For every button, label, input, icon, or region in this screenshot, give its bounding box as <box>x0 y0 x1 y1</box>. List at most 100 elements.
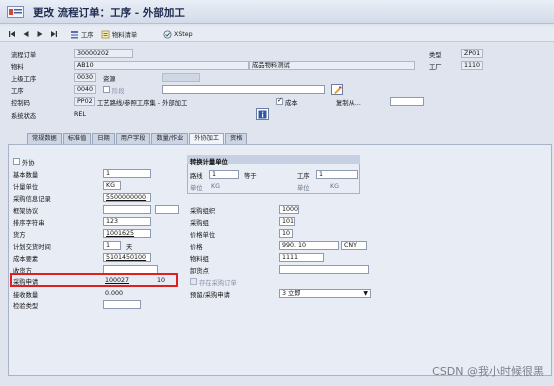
sort-string-field[interactable]: 123 <box>103 217 151 226</box>
operation-text-field[interactable] <box>162 85 325 94</box>
cost-element-field[interactable]: 5101450100 <box>103 253 151 262</box>
plant-field: 1110 <box>461 61 483 70</box>
vendor-field[interactable]: 1001625 <box>103 229 151 238</box>
unit-label: 计量单位 <box>13 184 39 191</box>
base-quantity-field[interactable]: 1 <box>103 169 151 178</box>
purchasing-org-label: 采购组织 <box>190 208 216 215</box>
order-label: 流程订单 <box>11 52 37 59</box>
material-field: AB10 <box>74 61 249 70</box>
material-group-label: 物料组 <box>190 256 209 263</box>
resource-label: 资源 <box>103 76 116 83</box>
watermark: CSDN @我小时候很黑 <box>432 365 544 378</box>
long-text-button[interactable] <box>331 84 343 95</box>
copy-from-field[interactable] <box>390 97 424 106</box>
price-unit-field[interactable]: 10 <box>279 229 293 238</box>
long-text-icon <box>333 86 341 94</box>
material-list-button[interactable]: 物料清单 <box>101 28 137 40</box>
unloading-point-label: 卸货点 <box>190 268 209 275</box>
order-field: 30000202 <box>74 49 133 58</box>
info-record-field[interactable]: 5500000000 <box>103 193 151 202</box>
phase-checkbox[interactable] <box>103 86 110 93</box>
tab-user-fields[interactable]: 用户字段 <box>115 133 151 144</box>
receipt-quantity-label: 接收数量 <box>13 292 39 299</box>
control-key-field: PP02 <box>74 97 95 106</box>
cost-label: 成本 <box>285 100 298 107</box>
tab-qualification[interactable]: 资格 <box>225 133 248 144</box>
tab-strip: 常规数据 标准值 日期 用户字段 数量/作业 外协加工 资格 <box>27 133 248 144</box>
inspection-type-label: 检验类型 <box>13 303 39 310</box>
equal-label: 等于 <box>244 173 257 180</box>
upper-operation-field: 0030 <box>74 73 96 82</box>
next-icon <box>37 31 43 37</box>
tab-standard-values[interactable]: 标准值 <box>62 133 92 144</box>
unit-field[interactable]: KG <box>103 181 121 190</box>
reservation-selected-value: 3 立即 <box>282 290 301 297</box>
existing-po-checkbox[interactable] <box>190 278 197 285</box>
xstep-icon <box>163 30 172 38</box>
last-record-button[interactable] <box>50 28 58 40</box>
base-quantity-label: 基本数量 <box>13 172 39 179</box>
unit-b-label: 单位 <box>297 185 310 192</box>
info-icon <box>258 110 267 118</box>
upper-operation-label: 上级工序 <box>11 76 37 83</box>
price-field[interactable]: 990. 10 <box>279 241 339 250</box>
material-list-icon <box>101 30 110 38</box>
tab-general-data[interactable]: 常规数据 <box>27 133 62 144</box>
planned-delivery-label: 计划交货时间 <box>13 244 51 251</box>
first-record-button[interactable] <box>8 28 16 40</box>
previous-record-button[interactable] <box>22 28 30 40</box>
next-record-button[interactable] <box>36 28 44 40</box>
purchasing-group-label: 采购组 <box>190 220 209 227</box>
title-bar: 更改 流程订单：工序 - 外部加工 <box>0 0 554 24</box>
transaction-icon <box>7 6 24 18</box>
sort-string-label: 排序字符串 <box>13 220 45 227</box>
control-key-description: 工艺路线/参照工序集 - 外部加工 <box>97 100 188 107</box>
unit-b-value: KG <box>330 183 340 190</box>
phase-label: 阶段 <box>112 88 125 95</box>
xstep-label: XStep <box>174 30 193 38</box>
price-unit-label: 价格单位 <box>190 232 216 239</box>
framework-label: 框架协议 <box>13 208 39 215</box>
conversion-operation-label: 工序 <box>297 173 310 180</box>
purchasing-org-field[interactable]: 1000 <box>279 205 299 214</box>
status-info-button[interactable] <box>256 108 269 120</box>
info-record-label: 采购信息记录 <box>13 196 51 203</box>
outsourcing-checkbox[interactable] <box>13 158 20 165</box>
framework-field[interactable] <box>103 205 151 214</box>
tab-qty-activity[interactable]: 数量/作业 <box>151 133 189 144</box>
outsourcing-label: 外协 <box>22 160 35 167</box>
existing-po-label: 存在采购订单 <box>199 280 237 287</box>
framework-item-field[interactable] <box>155 205 179 214</box>
tab-external-processing[interactable]: 外协加工 <box>189 133 225 144</box>
plant-label: 工厂 <box>429 64 442 71</box>
window-title: 更改 流程订单：工序 - 外部加工 <box>33 7 185 19</box>
planned-delivery-unit: 天 <box>126 244 133 251</box>
type-label: 类型 <box>429 52 442 59</box>
purchasing-group-field[interactable]: 101 <box>279 217 295 226</box>
vendor-label: 货方 <box>13 232 26 239</box>
last-icon <box>51 31 57 37</box>
route-field[interactable]: 1 <box>209 170 239 179</box>
material-group-field[interactable]: 1111 <box>279 253 324 262</box>
operation-field: 0040 <box>74 85 96 94</box>
inspection-type-field[interactable] <box>103 300 141 309</box>
operations-button[interactable]: 工序 <box>70 28 94 40</box>
previous-icon <box>23 31 29 37</box>
unloading-point-field[interactable] <box>279 265 369 274</box>
xstep-button[interactable]: XStep <box>163 28 193 40</box>
operations-label: 工序 <box>81 31 94 39</box>
cost-checkbox[interactable] <box>276 96 283 105</box>
resource-field <box>162 73 200 82</box>
conversion-operation-field[interactable]: 1 <box>316 170 358 179</box>
operations-icon <box>71 30 78 38</box>
system-status-label: 系统状态 <box>11 113 37 120</box>
receipt-quantity-value: 0.000 <box>105 290 124 297</box>
reservation-label: 预留/采购申请 <box>190 292 230 299</box>
system-status-value: REL <box>74 111 86 118</box>
currency-field[interactable]: CNY <box>341 241 367 250</box>
unit-a-label: 单位 <box>190 185 203 192</box>
reservation-select[interactable]: 3 立即 ▼ <box>279 289 371 298</box>
tab-dates[interactable]: 日期 <box>92 133 115 144</box>
planned-delivery-field[interactable]: 1 <box>103 241 121 250</box>
material-description: 成品物料测试 <box>249 61 415 70</box>
